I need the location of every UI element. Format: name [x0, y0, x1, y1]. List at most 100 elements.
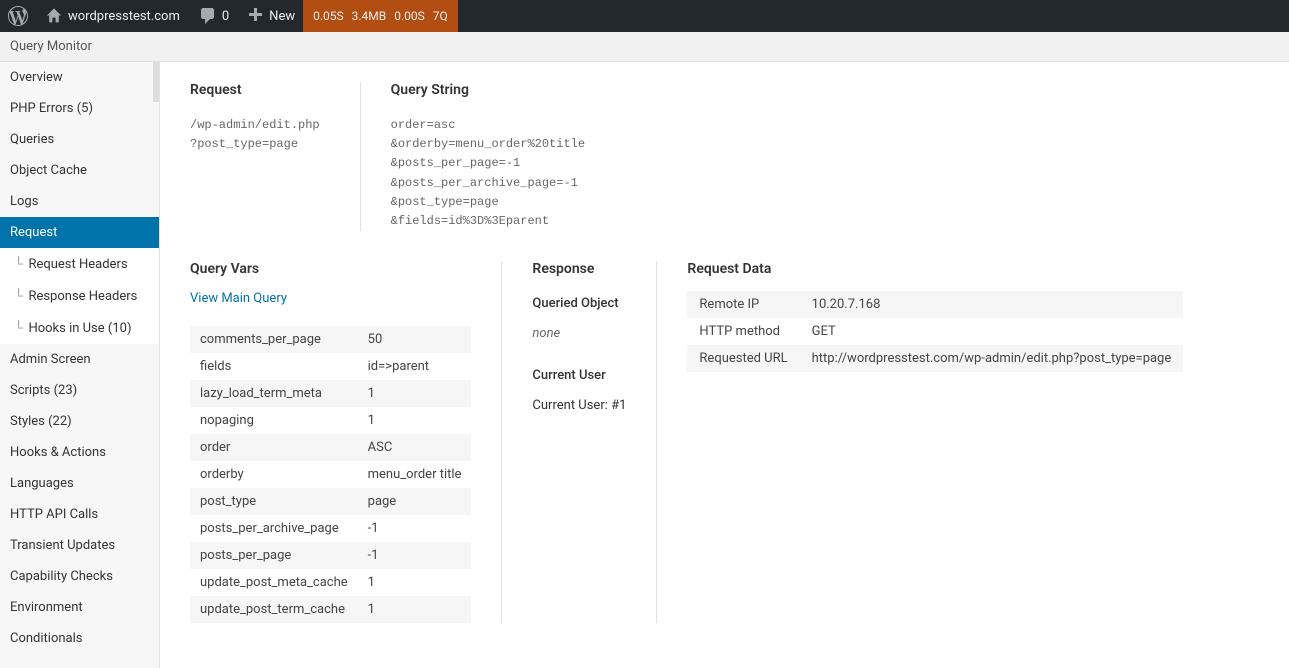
separator [501, 261, 502, 623]
sidebar-item-languages[interactable]: Languages [0, 468, 159, 499]
qv-key: posts_per_archive_page [190, 515, 358, 542]
queryvars-table: comments_per_page50fieldsid=>parentlazy_… [190, 326, 471, 623]
qv-val: 1 [358, 569, 472, 596]
qm-sidebar: OverviewPHP Errors (5)QueriesObject Cach… [0, 62, 160, 668]
sidebar-item-admin-screen[interactable]: Admin Screen [0, 344, 159, 375]
request-value: /wp-admin/edit.php ?post_type=page [190, 116, 320, 154]
comments-count: 0 [222, 9, 229, 24]
table-row: fieldsid=>parent [190, 353, 471, 380]
qv-key: posts_per_page [190, 542, 358, 569]
qv-val: -1 [358, 542, 472, 569]
table-row: update_post_term_cache1 [190, 596, 471, 623]
querystring-heading: Query String [391, 82, 585, 98]
queried-object-label: Queried Object [532, 291, 626, 317]
querystring-value: order=asc &orderby=menu_order%20title &p… [391, 116, 585, 231]
qv-key: update_post_term_cache [190, 596, 358, 623]
table-row: posts_per_archive_page-1 [190, 515, 471, 542]
table-row: update_post_meta_cache1 [190, 569, 471, 596]
separator [656, 261, 657, 623]
qm-panel-header: Query Monitor [0, 32, 1289, 62]
plus-icon [245, 6, 265, 26]
sidebar-item-overview[interactable]: Overview [0, 62, 159, 93]
rd-val: http://wordpresstest.com/wp-admin/edit.p… [800, 345, 1184, 372]
view-main-query-link[interactable]: View Main Query [190, 291, 287, 306]
sidebar-item-logs[interactable]: Logs [0, 186, 159, 217]
qm-queries: 7Q [433, 9, 448, 23]
rd-key: HTTP method [687, 318, 799, 345]
current-user-label: Current User [532, 363, 626, 389]
querystring-block: Query String order=asc &orderby=menu_ord… [391, 82, 625, 231]
request-block: Request /wp-admin/edit.php ?post_type=pa… [190, 82, 361, 231]
comments-link[interactable]: 0 [190, 0, 237, 32]
rd-key: Remote IP [687, 291, 799, 318]
qv-key: update_post_meta_cache [190, 569, 358, 596]
wp-admin-bar: wordpresstest.com 0 New 0.05S 3.4MB 0.00… [0, 0, 1289, 32]
table-row: comments_per_page50 [190, 326, 471, 353]
new-content[interactable]: New [237, 0, 303, 32]
wordpress-icon [8, 6, 28, 26]
table-row: Remote IP10.20.7.168 [687, 291, 1183, 318]
sidebar-item-php-errors-5-[interactable]: PHP Errors (5) [0, 93, 159, 124]
sidebar-item-conditionals[interactable]: Conditionals [0, 623, 159, 654]
sidebar-item-environment[interactable]: Environment [0, 592, 159, 623]
sidebar-item-scripts-23-[interactable]: Scripts (23) [0, 375, 159, 406]
qv-key: comments_per_page [190, 326, 358, 353]
qm-time2: 0.00S [394, 9, 425, 23]
qv-key: post_type [190, 488, 358, 515]
qv-val: ASC [358, 434, 472, 461]
sidebar-item-styles-22-[interactable]: Styles (22) [0, 406, 159, 437]
qm-mem: 3.4MB [352, 9, 387, 23]
sidebar-item-capability-checks[interactable]: Capability Checks [0, 561, 159, 592]
sidebar-item-request[interactable]: Request [0, 217, 159, 248]
table-row: orderbymenu_order title [190, 461, 471, 488]
qv-val: 1 [358, 407, 472, 434]
qv-key: nopaging [190, 407, 358, 434]
table-row: HTTP methodGET [687, 318, 1183, 345]
wp-logo[interactable] [0, 0, 36, 32]
qv-key: lazy_load_term_meta [190, 380, 358, 407]
sidebar-item-http-api-calls[interactable]: HTTP API Calls [0, 499, 159, 530]
table-row: orderASC [190, 434, 471, 461]
qv-val: 1 [358, 380, 472, 407]
request-heading: Request [190, 82, 320, 98]
site-name-text: wordpresstest.com [68, 9, 180, 24]
qm-time1: 0.05S [313, 9, 344, 23]
qv-val: 1 [358, 596, 472, 623]
sidebar-scroll-handle[interactable] [153, 62, 159, 102]
requestdata-heading: Request Data [687, 261, 1183, 277]
current-user-value: Current User: #1 [532, 393, 626, 419]
table-row: posts_per_page-1 [190, 542, 471, 569]
table-row: lazy_load_term_meta1 [190, 380, 471, 407]
qv-val: -1 [358, 515, 472, 542]
queryvars-block: Query Vars View Main Query comments_per_… [190, 261, 471, 623]
response-block: Response Queried Object none Current Use… [532, 261, 626, 623]
sidebar-item-transient-updates[interactable]: Transient Updates [0, 530, 159, 561]
table-row: Requested URLhttp://wordpresstest.com/wp… [687, 345, 1183, 372]
rd-val: GET [800, 318, 1184, 345]
home-icon [46, 8, 62, 24]
response-heading: Response [532, 261, 626, 277]
qv-val: menu_order title [358, 461, 472, 488]
site-name[interactable]: wordpresstest.com [36, 0, 190, 32]
sidebar-item-response-headers[interactable]: Response Headers [0, 280, 159, 312]
qv-val: id=>parent [358, 353, 472, 380]
rd-val: 10.20.7.168 [800, 291, 1184, 318]
qm-badge[interactable]: 0.05S 3.4MB 0.00S 7Q [303, 0, 458, 32]
qm-content: Request /wp-admin/edit.php ?post_type=pa… [160, 62, 1289, 668]
requestdata-block: Request Data Remote IP10.20.7.168HTTP me… [687, 261, 1183, 623]
sidebar-item-hooks-actions[interactable]: Hooks & Actions [0, 437, 159, 468]
sidebar-item-object-cache[interactable]: Object Cache [0, 155, 159, 186]
sidebar-item-queries[interactable]: Queries [0, 124, 159, 155]
rd-key: Requested URL [687, 345, 799, 372]
sidebar-item-hooks-in-use-10-[interactable]: Hooks in Use (10) [0, 312, 159, 344]
new-label: New [269, 9, 295, 24]
qv-val: 50 [358, 326, 472, 353]
table-row: nopaging1 [190, 407, 471, 434]
sidebar-item-request-headers[interactable]: Request Headers [0, 248, 159, 280]
qm-panel-title: Query Monitor [10, 39, 92, 54]
qv-key: orderby [190, 461, 358, 488]
queryvars-heading: Query Vars [190, 261, 471, 277]
queried-object-value: none [532, 321, 626, 347]
table-row: post_typepage [190, 488, 471, 515]
qv-key: fields [190, 353, 358, 380]
